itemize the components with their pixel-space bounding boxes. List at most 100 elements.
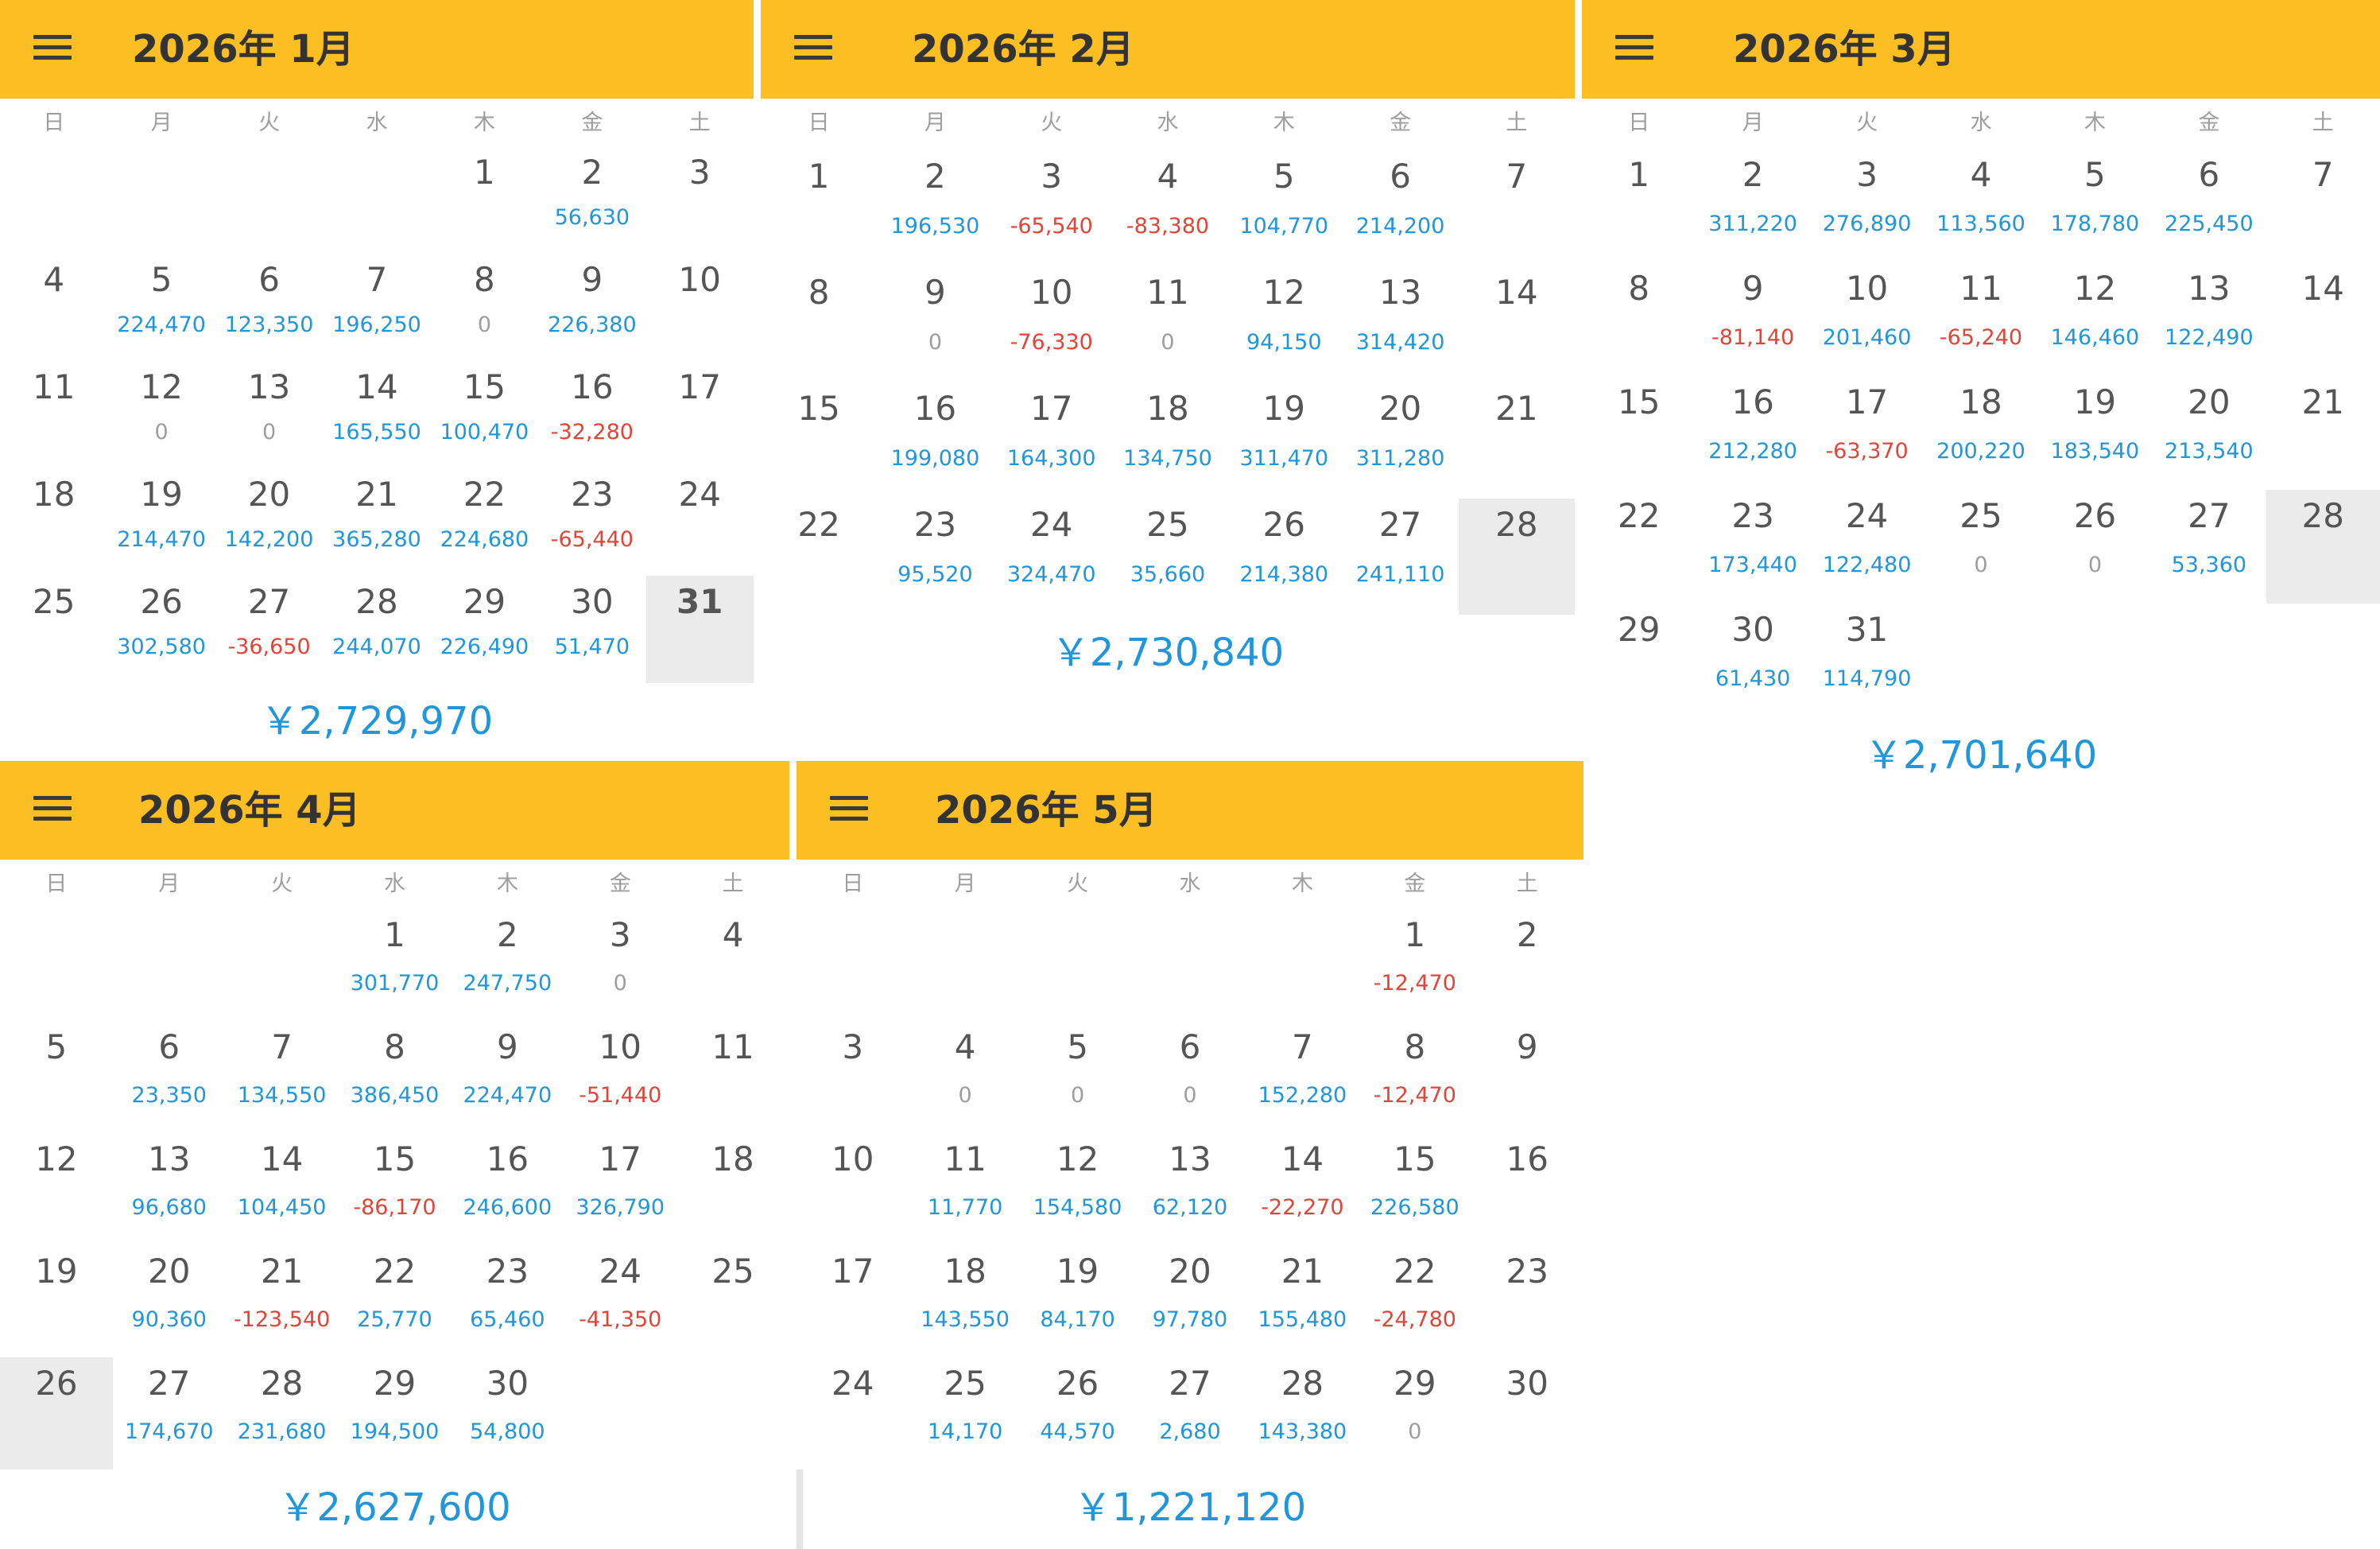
day-cell[interactable]: 30 61,430 — [1696, 604, 1809, 717]
day-cell[interactable]: 17 326,790 — [564, 1133, 676, 1245]
day-cell[interactable]: 28 231,680 — [226, 1357, 339, 1469]
day-cell[interactable]: 5 104,770 — [1226, 150, 1342, 266]
day-cell[interactable]: 7 134,550 — [226, 1021, 339, 1133]
day-cell[interactable]: 24 122,480 — [1810, 490, 1924, 604]
day-cell[interactable]: 23 173,440 — [1696, 490, 1809, 604]
day-cell[interactable]: 4 — [0, 254, 107, 361]
day-cell[interactable]: 16 -32,280 — [538, 361, 645, 468]
day-cell[interactable]: 17 164,300 — [994, 382, 1110, 499]
day-cell[interactable]: 8 — [761, 266, 877, 382]
day-cell[interactable]: 7 — [1459, 150, 1575, 266]
menu-icon[interactable] — [1615, 35, 1653, 60]
day-cell[interactable]: 28 — [2266, 490, 2380, 604]
day-cell[interactable]: 12 94,150 — [1226, 266, 1342, 382]
day-cell[interactable]: 5 — [0, 1021, 113, 1133]
day-cell[interactable]: 20 142,200 — [215, 468, 323, 576]
day-cell[interactable]: 3 276,890 — [1810, 149, 1924, 262]
menu-icon[interactable] — [33, 796, 72, 821]
day-cell[interactable]: 20 213,540 — [2152, 376, 2266, 490]
day-cell[interactable]: 10 -76,330 — [994, 266, 1110, 382]
day-cell[interactable]: 20 97,780 — [1134, 1245, 1246, 1357]
day-cell[interactable]: 1 — [761, 150, 877, 266]
day-cell[interactable]: 13 96,680 — [113, 1133, 226, 1245]
day-cell[interactable]: 23 -65,440 — [538, 468, 645, 576]
day-cell[interactable]: 13 314,420 — [1342, 266, 1458, 382]
day-cell[interactable]: 16 — [1471, 1133, 1583, 1245]
day-cell[interactable]: 6 214,200 — [1342, 150, 1458, 266]
day-cell[interactable]: 25 35,660 — [1110, 499, 1226, 615]
day-cell[interactable]: 13 122,490 — [2152, 262, 2266, 376]
day-cell[interactable]: 25 14,170 — [909, 1357, 1021, 1469]
day-cell[interactable]: 26 0 — [2038, 490, 2152, 604]
day-cell[interactable]: 11 11,770 — [909, 1133, 1021, 1245]
day-cell[interactable]: 15 — [761, 382, 877, 499]
menu-icon[interactable] — [830, 796, 868, 821]
day-cell[interactable]: 40 — [909, 1021, 1021, 1133]
day-cell[interactable]: 5 178,780 — [2038, 149, 2152, 262]
day-cell[interactable]: 25 — [0, 576, 107, 683]
day-cell[interactable]: 18 — [676, 1133, 789, 1245]
day-cell[interactable]: 6 225,450 — [2152, 149, 2266, 262]
day-cell[interactable]: 1 — [431, 146, 538, 254]
day-cell[interactable]: 12 154,580 — [1021, 1133, 1134, 1245]
day-cell[interactable]: 8 386,450 — [339, 1021, 452, 1133]
day-cell[interactable]: 16 246,600 — [451, 1133, 564, 1245]
day-cell[interactable]: 24 -41,350 — [564, 1245, 676, 1357]
day-cell[interactable]: 30 54,800 — [451, 1357, 564, 1469]
day-cell[interactable]: 1 -12,470 — [1359, 909, 1471, 1021]
day-cell[interactable]: 25 0 — [1924, 490, 2037, 604]
day-cell[interactable]: 19 — [0, 1245, 113, 1357]
day-cell[interactable]: 9 226,380 — [538, 254, 645, 361]
day-cell[interactable]: 29 194,500 — [339, 1357, 452, 1469]
day-cell[interactable]: 24 — [646, 468, 754, 576]
day-cell[interactable]: 12 146,460 — [2038, 262, 2152, 376]
day-cell[interactable]: 3 — [646, 146, 754, 254]
day-cell[interactable]: 26 — [0, 1357, 113, 1469]
day-cell[interactable]: 15 100,470 — [431, 361, 538, 468]
day-cell[interactable]: 1 301,770 — [339, 909, 452, 1021]
day-cell[interactable]: 22 — [1582, 490, 1696, 604]
day-cell[interactable]: 20 311,280 — [1342, 382, 1458, 499]
day-cell[interactable]: 23 95,520 — [877, 499, 993, 615]
day-cell[interactable]: 10 — [797, 1133, 909, 1245]
day-cell[interactable]: 7 196,250 — [323, 254, 430, 361]
day-cell[interactable]: 17 — [797, 1245, 909, 1357]
day-cell[interactable]: 13 0 — [215, 361, 323, 468]
day-cell[interactable]: 18 134,750 — [1110, 382, 1226, 499]
day-cell[interactable]: 14 104,450 — [226, 1133, 339, 1245]
day-cell[interactable]: 14 -22,270 — [1246, 1133, 1359, 1245]
day-cell[interactable]: 31 114,790 — [1810, 604, 1924, 717]
day-cell[interactable]: 50 — [1021, 1021, 1134, 1133]
day-cell[interactable]: 22 — [761, 499, 877, 615]
day-cell[interactable]: 30 — [564, 909, 676, 1021]
day-cell[interactable]: 1 — [1582, 149, 1696, 262]
day-cell[interactable]: 22 -24,780 — [1359, 1245, 1471, 1357]
day-cell[interactable]: 17 — [646, 361, 754, 468]
menu-icon[interactable] — [794, 35, 832, 60]
day-cell[interactable]: 11 -65,240 — [1924, 262, 2037, 376]
day-cell[interactable]: 15 — [1582, 376, 1696, 490]
day-cell[interactable]: 6 123,350 — [215, 254, 323, 361]
day-cell[interactable]: 2 196,530 — [877, 150, 993, 266]
day-cell[interactable]: 15 226,580 — [1359, 1133, 1471, 1245]
day-cell[interactable]: 18 — [0, 468, 107, 576]
day-cell[interactable]: 4 113,560 — [1924, 149, 2037, 262]
day-cell[interactable]: 90 — [877, 266, 993, 382]
day-cell[interactable]: 14 165,550 — [323, 361, 430, 468]
day-cell[interactable]: 21 365,280 — [323, 468, 430, 576]
day-cell[interactable]: 18 143,550 — [909, 1245, 1021, 1357]
day-cell[interactable]: 30 51,470 — [538, 576, 645, 683]
day-cell[interactable]: 2 247,750 — [451, 909, 564, 1021]
day-cell[interactable]: 8 — [1582, 262, 1696, 376]
day-cell[interactable]: 16 199,080 — [877, 382, 993, 499]
day-cell[interactable]: 16 212,280 — [1696, 376, 1809, 490]
day-cell[interactable]: 2 311,220 — [1696, 149, 1809, 262]
day-cell[interactable]: 11 — [676, 1021, 789, 1133]
day-cell[interactable]: 26 214,380 — [1226, 499, 1342, 615]
day-cell[interactable]: 18 200,220 — [1924, 376, 2037, 490]
day-cell[interactable]: 23 — [1471, 1245, 1583, 1357]
day-cell[interactable]: 13 62,120 — [1134, 1133, 1246, 1245]
day-cell[interactable]: 21 -123,540 — [226, 1245, 339, 1357]
day-cell[interactable]: 21 — [2266, 376, 2380, 490]
day-cell[interactable]: 2 56,630 — [538, 146, 645, 254]
